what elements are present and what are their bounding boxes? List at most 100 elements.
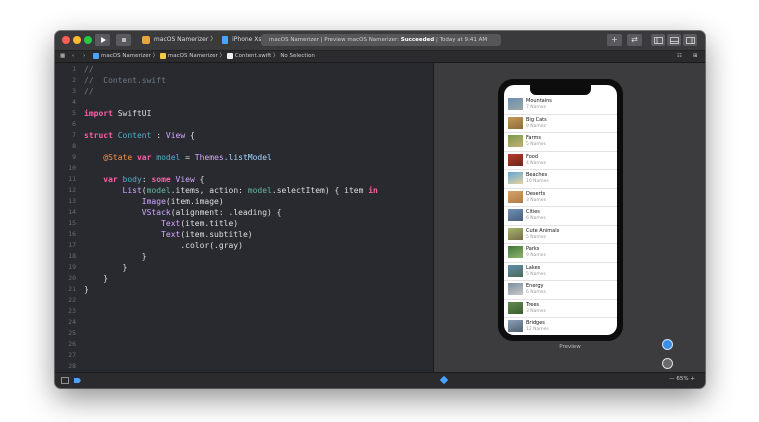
list-item-title: Parks bbox=[526, 246, 540, 252]
list-item[interactable]: Mountains 7 Names bbox=[504, 95, 617, 115]
thumbnail-image bbox=[508, 135, 523, 147]
list-item[interactable]: Big Cats 9 Names bbox=[504, 114, 617, 133]
thumbnail-image bbox=[508, 264, 523, 277]
line-number: 26 bbox=[68, 340, 76, 348]
stop-icon bbox=[121, 38, 126, 42]
list-item[interactable]: Farms 5 Names bbox=[504, 132, 617, 152]
line-number: 7 bbox=[72, 131, 76, 139]
sidebar-right-icon bbox=[685, 36, 695, 44]
list-item-subtitle: 3 Names bbox=[526, 197, 546, 203]
swift-file-icon bbox=[226, 52, 233, 59]
inspect-preview-button[interactable] bbox=[662, 358, 673, 369]
line-number: 18 bbox=[68, 252, 76, 260]
debug-bar bbox=[55, 372, 433, 388]
list-item-subtitle: 5 Names bbox=[526, 234, 546, 240]
list-item-subtitle: 7 Names bbox=[526, 105, 546, 110]
thumbnail-image bbox=[508, 190, 523, 203]
list-item[interactable]: Trees 3 Names bbox=[504, 299, 617, 318]
code-line-21: } bbox=[84, 285, 89, 294]
code-line-19: } bbox=[122, 263, 128, 272]
line-number: 10 bbox=[68, 164, 76, 172]
close-window-button[interactable] bbox=[62, 36, 70, 44]
line-number: 28 bbox=[68, 362, 76, 370]
list-item[interactable]: Bridges 12 Names bbox=[504, 317, 617, 335]
list-item[interactable]: Cities 6 Names bbox=[504, 206, 617, 226]
activity-view: macOS Namerizer | Preview macOS Namerize… bbox=[261, 34, 501, 46]
canvas-bar: — 65% + bbox=[433, 372, 705, 388]
project-icon bbox=[93, 52, 99, 59]
library-button[interactable]: + bbox=[607, 34, 622, 46]
list-item-subtitle: 9 Names bbox=[526, 123, 546, 129]
pin-icon[interactable] bbox=[439, 375, 449, 385]
thumbnail-image bbox=[508, 209, 523, 221]
list-item-title: Lakes bbox=[526, 264, 541, 271]
thumbnail-image bbox=[508, 246, 523, 258]
breadcrumb-project[interactable]: macOS Namerizer bbox=[101, 53, 151, 59]
chevron-right-icon: 〉 bbox=[273, 53, 279, 59]
stop-button[interactable] bbox=[116, 34, 131, 46]
activity-status: Succeeded bbox=[400, 37, 435, 43]
list-item-subtitle: 3 Names bbox=[526, 308, 546, 314]
back-arrow-icon[interactable]: ‹ bbox=[72, 51, 74, 62]
zoom-in-icon[interactable]: + bbox=[690, 376, 695, 382]
breadcrumb-selection[interactable]: No Selection bbox=[280, 53, 315, 59]
activity-prefix: macOS Namerizer | Preview macOS Namerize… bbox=[269, 37, 399, 43]
scheme-selector[interactable]: macOS Namerizer 〉 iPhone Xs bbox=[142, 34, 262, 46]
code-review-button[interactable]: ⇄ bbox=[627, 34, 642, 46]
line-number: 23 bbox=[68, 307, 76, 315]
add-editor-icon[interactable]: ⊞ bbox=[693, 51, 698, 62]
list-item[interactable]: Parks 9 Names bbox=[504, 243, 617, 263]
breadcrumb: macOS Namerizer 〉 macOS Namerizer 〉 Cont… bbox=[93, 51, 315, 62]
list-item-subtitle: 6 Names bbox=[526, 216, 546, 221]
line-number: 3 bbox=[72, 87, 76, 95]
line-number: 9 bbox=[72, 153, 76, 161]
list-item-title: Energy bbox=[526, 283, 544, 289]
line-number: 20 bbox=[68, 274, 76, 282]
thumbnail-image bbox=[508, 116, 523, 129]
play-icon bbox=[100, 37, 106, 43]
list-item[interactable]: Food 4 Names bbox=[504, 151, 617, 170]
grid-icon[interactable]: ▦ bbox=[60, 51, 65, 62]
list-item[interactable]: Deserts 3 Names bbox=[504, 188, 617, 207]
line-number: 5 bbox=[72, 109, 76, 117]
toggle-navigator-button[interactable] bbox=[651, 34, 665, 46]
line-number: 13 bbox=[68, 197, 76, 205]
zoom-window-button[interactable] bbox=[84, 36, 92, 44]
scheme-app-label: macOS Namerizer bbox=[153, 36, 209, 43]
list-item[interactable]: Beaches 10 Names bbox=[504, 169, 617, 189]
line-number: 24 bbox=[68, 318, 76, 326]
run-button[interactable] bbox=[95, 34, 110, 46]
list-item-subtitle: 12 Names bbox=[526, 327, 549, 332]
code-line-15: Text(item.title) bbox=[161, 219, 239, 228]
device-screen[interactable]: Mountains 7 Names Big Cats 9 Names Farms 5 Na… bbox=[504, 85, 617, 335]
breadcrumb-folder[interactable]: macOS Namerizer bbox=[168, 53, 218, 59]
list-item[interactable]: Energy 6 Names bbox=[504, 280, 617, 300]
thumbnail-image bbox=[508, 320, 523, 332]
breakpoint-icon[interactable] bbox=[74, 378, 81, 383]
code-line-11: var body: some View { bbox=[103, 175, 205, 184]
list-item[interactable]: Cute Animals 5 Names bbox=[504, 225, 617, 244]
thumbnail-image bbox=[508, 172, 523, 184]
line-number: 11 bbox=[68, 175, 76, 183]
line-number: 4 bbox=[72, 98, 76, 106]
console-toggle-icon[interactable] bbox=[61, 377, 69, 384]
list-item-subtitle: 5 Names bbox=[526, 142, 546, 147]
live-preview-button[interactable] bbox=[662, 339, 673, 350]
forward-arrow-icon[interactable]: › bbox=[83, 51, 85, 62]
toggle-debug-button[interactable] bbox=[667, 34, 681, 46]
source-editor[interactable]: 1 2 3 4 5 6 7 8 9 10 11 12 13 14 15 16 17 18 19 20 21 22 23 24 2… bbox=[55, 63, 433, 372]
thumbnail-image bbox=[508, 98, 523, 110]
line-number: 16 bbox=[68, 230, 76, 238]
line-number: 12 bbox=[68, 186, 76, 194]
line-number: 8 bbox=[72, 142, 76, 150]
jump-bar: ▦ ‹ › macOS Namerizer 〉 macOS Namerizer … bbox=[55, 51, 705, 63]
line-number: 6 bbox=[72, 120, 76, 128]
minimize-window-button[interactable] bbox=[73, 36, 81, 44]
list-item[interactable]: Lakes 5 Names bbox=[504, 262, 617, 281]
editor-options-icon[interactable]: ☷ bbox=[677, 51, 682, 62]
breadcrumb-file[interactable]: Content.swift bbox=[235, 53, 272, 59]
zoom-out-icon[interactable]: — bbox=[669, 376, 675, 382]
toggle-inspector-button[interactable] bbox=[683, 34, 697, 46]
thumbnail-image bbox=[508, 227, 523, 240]
list-item-subtitle: 6 Names bbox=[526, 290, 546, 295]
